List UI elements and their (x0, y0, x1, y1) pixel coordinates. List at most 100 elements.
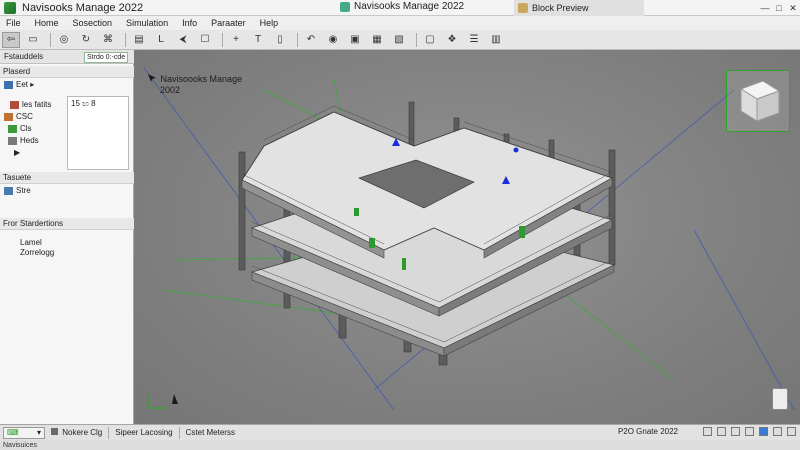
minimize-button[interactable]: — (758, 0, 772, 16)
line-icon[interactable]: L (152, 32, 170, 48)
tree-item-sub[interactable]: Zorrelogg (20, 248, 54, 257)
menu-file[interactable]: File (6, 18, 21, 28)
globe-icon[interactable]: ◎ (55, 32, 73, 48)
tree-item-site[interactable]: Stre (4, 186, 31, 195)
viewport-caption-line: Navisoooks Manage (148, 74, 242, 85)
properties-row: 15 ඟ 8 (71, 99, 125, 109)
toolbar-separator (50, 32, 51, 47)
text-icon[interactable]: T (249, 32, 267, 48)
menu-simulation[interactable]: Simulation (126, 18, 168, 28)
undo-icon[interactable]: ↶ (302, 32, 320, 48)
layer-icon (8, 136, 17, 145)
toolbar-separator (416, 32, 417, 47)
layout-icon[interactable] (717, 427, 726, 436)
status-label: P2O Gnate 2022 (617, 427, 678, 436)
page-icon[interactable]: ▯ (271, 32, 289, 48)
record-icon[interactable]: ▦ (368, 32, 386, 48)
viewport-caption-title: Navisoooks Manage (160, 74, 243, 84)
palette-icon[interactable]: ▧ (390, 32, 408, 48)
axis-triad-icon (147, 394, 178, 409)
site-icon (4, 186, 13, 195)
tree-item-label: Heds (20, 136, 39, 145)
layer-icon (4, 112, 13, 121)
menu-help[interactable]: Help (260, 18, 279, 28)
tree-item-layer[interactable]: Heds (8, 136, 39, 145)
zoom-icon[interactable]: ⌘ (99, 32, 117, 48)
toolbar-separator (125, 32, 126, 47)
viewport-caption: Navisoooks Manage 2002 (148, 74, 242, 96)
bottom-toolbar: ⌨ ▾ Nokere Clg Sipeer Lacosing Cstet Met… (0, 424, 800, 440)
viewport-tab[interactable]: Strdo 0:-cde (84, 52, 128, 63)
plus-icon[interactable]: + (227, 32, 245, 48)
tree-item-layer[interactable]: CSC (4, 112, 33, 121)
menu-parameter[interactable]: Paraater (211, 18, 246, 28)
clipboard-icon[interactable]: ☐ (196, 32, 214, 48)
bottom-item-label: Nokere Clg (62, 428, 103, 437)
tree-item-label: Zorrelogg (20, 248, 55, 257)
settings-icon[interactable] (773, 427, 782, 436)
panel-section-header: Tasuete (0, 172, 134, 184)
tree-item-sub[interactable]: Lamel (20, 238, 42, 247)
bottom-item-1[interactable]: Nokere Clg (51, 428, 102, 437)
lock-icon[interactable] (745, 427, 754, 436)
bottom-item-2[interactable]: Sipeer Lacosing (115, 428, 172, 437)
toolbar-separator (222, 32, 223, 47)
panel-section-header: Fror Stardertions (0, 218, 134, 230)
close-button[interactable]: ✕ (786, 0, 800, 16)
maximize-button[interactable]: □ (772, 0, 786, 16)
tree-item-label: Stre (16, 186, 31, 195)
orbit-icon[interactable]: ↻ (77, 32, 95, 48)
expand-icon[interactable] (787, 427, 796, 436)
main-toolbar: ⇦ ▭ ◎ ↻ ⌘ ▤ L ⮜ ☐ + T ▯ ↶ ◉ ▣ ▦ ▧ ▢ ❖ ☰ ▥ (0, 30, 800, 50)
window-controls: — □ ✕ (758, 0, 800, 16)
chevron-down-icon: ▾ (36, 428, 41, 437)
tree-icon[interactable]: ❖ (443, 32, 461, 48)
viewport-tab-label: Strdo 0:-cde (87, 54, 126, 61)
dropdown-select[interactable]: ⌨ ▾ (3, 426, 45, 439)
tree-expand-arrow[interactable]: ▶ (14, 148, 20, 157)
app-window: Navisooks Manage 2022 Navisooks Manage 2… (0, 0, 800, 450)
axis-indicator (144, 388, 180, 414)
dropdown-icon: ⌨ (7, 428, 19, 437)
cursor-icon (148, 74, 156, 82)
camera-icon[interactable]: ◉ (324, 32, 342, 48)
bottom-item-icon (51, 428, 58, 435)
list-icon[interactable]: ☰ (465, 32, 483, 48)
panel-section-header: Plaserd (0, 66, 134, 78)
menu-info[interactable]: Info (182, 18, 197, 28)
document-icon[interactable]: ▤ (130, 32, 148, 48)
window-title: Navisooks Manage 2022 (22, 1, 144, 14)
document-icon (340, 1, 350, 12)
tree-item-layer[interactable]: Cls (8, 124, 32, 133)
tree-item-layer[interactable]: les fatits (10, 100, 51, 109)
tree-item-label: Eet ▸ (16, 80, 35, 89)
bottom-item-3[interactable]: Cstet Meterss (186, 428, 235, 437)
viewcube-widget[interactable] (726, 70, 790, 132)
camera-icon[interactable] (731, 427, 740, 436)
menu-home[interactable]: Home (35, 18, 59, 28)
preview-tab[interactable]: Block Preview (514, 0, 644, 16)
model-scene (143, 67, 795, 411)
layer-icon (10, 100, 19, 109)
model-viewport[interactable]: Navisoooks Manage 2002 (134, 50, 800, 424)
tree-item-label: les fatits (22, 100, 52, 109)
document-title-text: Navisooks Manage 2022 (354, 1, 465, 12)
select-icon[interactable]: ⇦ (2, 31, 20, 48)
frame-icon[interactable]: ▣ (346, 32, 364, 48)
layer-icon (8, 124, 17, 133)
box-select-icon[interactable]: ▭ (24, 32, 42, 48)
panel-tab-label: Fstauddels (4, 52, 44, 61)
navigation-bar-icon[interactable] (772, 388, 788, 410)
layer-icon (4, 80, 13, 89)
panel-icon[interactable]: ▥ (487, 32, 505, 48)
title-bar: Navisooks Manage 2022 Navisooks Manage 2… (0, 0, 800, 16)
selection-tree-panel: Fstauddels ✕ Plaserd Eet ▸ les fatits CS… (0, 50, 134, 424)
document-title: Navisooks Manage 2022 (340, 1, 464, 12)
menu-section[interactable]: Sosection (73, 18, 113, 28)
pan-icon[interactable]: ⮜ (174, 32, 192, 48)
blue-app-icon[interactable] (759, 427, 768, 436)
window-icon[interactable]: ▢ (421, 32, 439, 48)
grid-icon[interactable] (703, 427, 712, 436)
tree-item-root[interactable]: Eet ▸ (4, 80, 34, 89)
preview-icon (518, 3, 528, 13)
